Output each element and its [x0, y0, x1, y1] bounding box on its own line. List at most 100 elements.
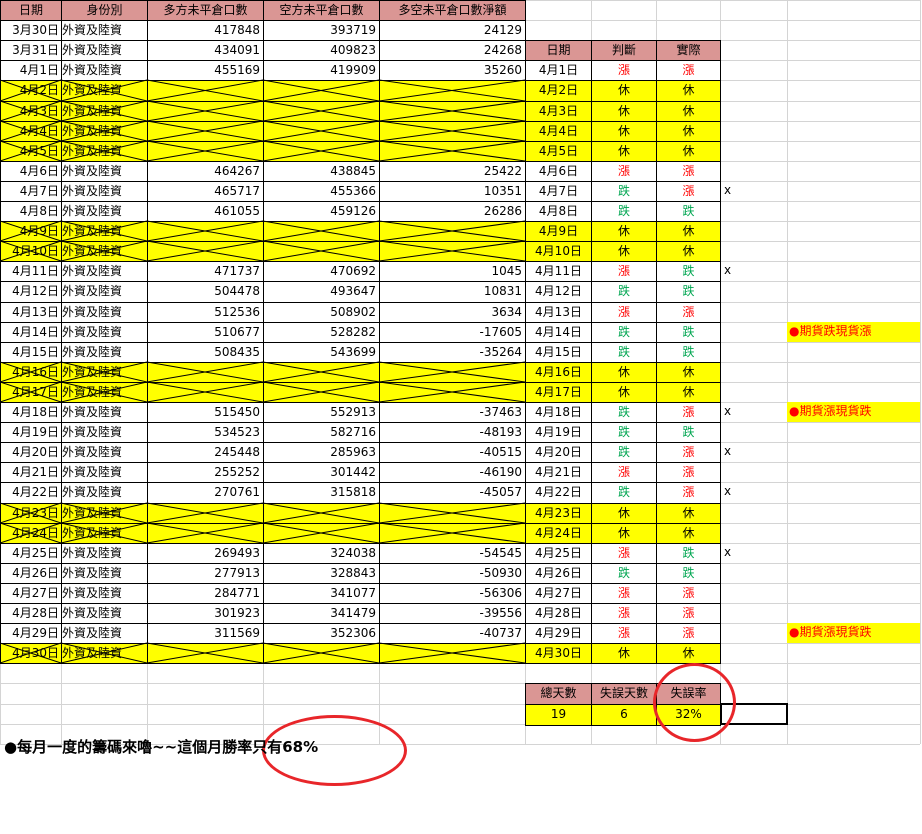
judge-date-cell[interactable]: 4月12日 — [525, 281, 592, 303]
net-oi-cell[interactable] — [379, 141, 526, 162]
identity-cell[interactable]: 外資及陸資 — [61, 442, 148, 463]
actual-cell[interactable]: 漲 — [656, 623, 721, 644]
short-oi-cell[interactable]: 438845 — [263, 161, 380, 182]
judgment-cell[interactable]: 休 — [591, 382, 657, 403]
judgment-cell[interactable]: 漲 — [591, 603, 657, 624]
short-oi-cell[interactable]: 341077 — [263, 583, 380, 604]
date-cell[interactable]: 4月16日 — [0, 362, 62, 383]
short-oi-cell[interactable]: 508902 — [263, 302, 380, 323]
long-oi-cell[interactable]: 284771 — [147, 583, 264, 604]
actual-cell[interactable]: 漲 — [656, 402, 721, 423]
judge-date-cell[interactable]: 4月19日 — [525, 422, 592, 443]
judge-date-cell[interactable]: 4月16日 — [525, 362, 592, 383]
identity-cell[interactable]: 外資及陸資 — [61, 221, 148, 242]
net-oi-cell[interactable] — [379, 80, 526, 102]
net-oi-cell[interactable]: -54545 — [379, 543, 526, 564]
judge-date-cell[interactable]: 4月25日 — [525, 543, 592, 564]
identity-cell[interactable]: 外資及陸資 — [61, 362, 148, 383]
net-oi-cell[interactable] — [379, 523, 526, 544]
net-oi-cell[interactable]: -35264 — [379, 342, 526, 363]
date-cell[interactable]: 4月20日 — [0, 442, 62, 463]
judgment-cell[interactable]: 漲 — [591, 543, 657, 564]
judge-date-cell[interactable]: 4月10日 — [525, 241, 592, 262]
long-oi-cell[interactable] — [147, 221, 264, 242]
judgment-cell[interactable]: 跌 — [591, 281, 657, 303]
judge-date-cell[interactable]: 4月7日 — [525, 181, 592, 202]
long-oi-cell[interactable] — [147, 141, 264, 162]
actual-cell[interactable]: 漲 — [656, 603, 721, 624]
date-cell[interactable]: 4月11日 — [0, 261, 62, 282]
net-oi-cell[interactable] — [379, 362, 526, 383]
actual-cell[interactable]: 休 — [656, 221, 721, 242]
judgment-cell[interactable]: 跌 — [591, 201, 657, 222]
net-oi-cell[interactable]: -56306 — [379, 583, 526, 604]
date-cell[interactable]: 4月17日 — [0, 382, 62, 403]
identity-cell[interactable]: 外資及陸資 — [61, 482, 148, 504]
identity-cell[interactable]: 外資及陸資 — [61, 422, 148, 443]
judgment-cell[interactable]: 休 — [591, 362, 657, 383]
identity-cell[interactable]: 外資及陸資 — [61, 141, 148, 162]
net-oi-cell[interactable] — [379, 121, 526, 142]
long-oi-cell[interactable]: 508435 — [147, 342, 264, 363]
date-cell[interactable]: 4月26日 — [0, 563, 62, 584]
short-oi-cell[interactable]: 419909 — [263, 60, 380, 81]
short-oi-cell[interactable]: 543699 — [263, 342, 380, 363]
date-cell[interactable]: 4月1日 — [0, 60, 62, 81]
judgment-cell[interactable]: 跌 — [591, 422, 657, 443]
summary-value-cell[interactable]: 19 — [525, 704, 592, 726]
identity-cell[interactable]: 外資及陸資 — [61, 181, 148, 202]
long-oi-cell[interactable] — [147, 101, 264, 122]
long-oi-cell[interactable] — [147, 643, 264, 664]
judgment-cell[interactable]: 跌 — [591, 342, 657, 363]
long-oi-cell[interactable]: 515450 — [147, 402, 264, 423]
long-oi-cell[interactable] — [147, 503, 264, 524]
judgment-cell[interactable]: 休 — [591, 503, 657, 524]
net-oi-cell[interactable]: -40515 — [379, 442, 526, 463]
net-oi-cell[interactable] — [379, 241, 526, 262]
identity-cell[interactable]: 外資及陸資 — [61, 20, 148, 41]
long-oi-cell[interactable]: 417848 — [147, 20, 264, 41]
date-cell[interactable]: 4月19日 — [0, 422, 62, 443]
main-header-cell[interactable]: 空方未平倉口數 — [263, 0, 380, 21]
identity-cell[interactable]: 外資及陸資 — [61, 302, 148, 323]
short-oi-cell[interactable]: 528282 — [263, 322, 380, 343]
actual-cell[interactable]: 休 — [656, 382, 721, 403]
date-cell[interactable]: 4月22日 — [0, 482, 62, 504]
judge-date-cell[interactable]: 4月28日 — [525, 603, 592, 624]
actual-cell[interactable]: 漲 — [656, 583, 721, 604]
actual-cell[interactable]: 跌 — [656, 281, 721, 303]
actual-cell[interactable]: 休 — [656, 241, 721, 262]
date-cell[interactable]: 4月3日 — [0, 101, 62, 122]
judgment-cell[interactable]: 跌 — [591, 181, 657, 202]
identity-cell[interactable]: 外資及陸資 — [61, 402, 148, 423]
identity-cell[interactable]: 外資及陸資 — [61, 462, 148, 483]
actual-cell[interactable]: 跌 — [656, 201, 721, 222]
long-oi-cell[interactable] — [147, 382, 264, 403]
net-oi-cell[interactable] — [379, 643, 526, 664]
short-oi-cell[interactable]: 459126 — [263, 201, 380, 222]
net-oi-cell[interactable]: 10351 — [379, 181, 526, 202]
long-oi-cell[interactable]: 455169 — [147, 60, 264, 81]
judge-date-cell[interactable]: 4月3日 — [525, 101, 592, 122]
net-oi-cell[interactable] — [379, 221, 526, 242]
short-oi-cell[interactable] — [263, 101, 380, 122]
net-oi-cell[interactable]: -39556 — [379, 603, 526, 624]
date-cell[interactable]: 3月30日 — [0, 20, 62, 41]
net-oi-cell[interactable]: 25422 — [379, 161, 526, 182]
main-header-cell[interactable]: 日期 — [0, 0, 62, 21]
judgment-cell[interactable]: 休 — [591, 643, 657, 664]
short-oi-cell[interactable] — [263, 141, 380, 162]
net-oi-cell[interactable]: -50930 — [379, 563, 526, 584]
date-cell[interactable]: 4月4日 — [0, 121, 62, 142]
identity-cell[interactable]: 外資及陸資 — [61, 161, 148, 182]
identity-cell[interactable]: 外資及陸資 — [61, 322, 148, 343]
date-cell[interactable]: 4月7日 — [0, 181, 62, 202]
judge-date-cell[interactable]: 4月5日 — [525, 141, 592, 162]
judge-date-cell[interactable]: 4月17日 — [525, 382, 592, 403]
short-oi-cell[interactable]: 493647 — [263, 281, 380, 303]
judgment-cell[interactable]: 跌 — [591, 442, 657, 463]
judge-date-cell[interactable]: 4月11日 — [525, 261, 592, 282]
actual-cell[interactable]: 漲 — [656, 442, 721, 463]
date-cell[interactable]: 4月25日 — [0, 543, 62, 564]
judgment-cell[interactable]: 跌 — [591, 563, 657, 584]
